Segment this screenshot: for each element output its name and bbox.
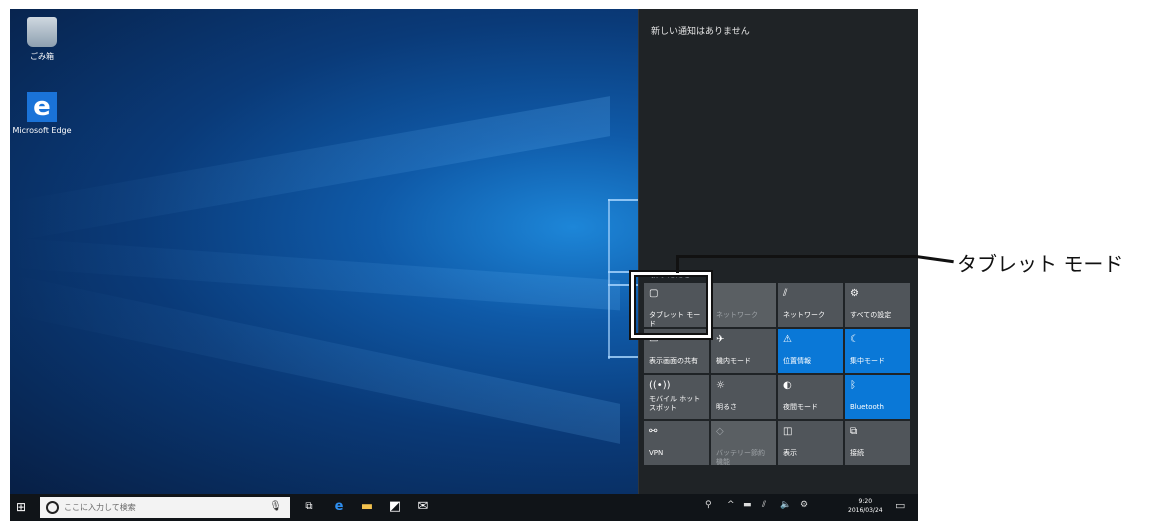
tile-mobile-hotspot[interactable]: ((•)) モバイル ホットスポット	[644, 375, 709, 419]
cortana-icon	[46, 501, 59, 514]
tile-airplane[interactable]: ✈ 機内モード	[711, 329, 776, 373]
notifications-empty-text: 新しい通知はありません	[651, 27, 750, 37]
tile-battery-saver[interactable]: ◇ バッテリー節約機能	[711, 421, 776, 466]
tile-quiet-hours[interactable]: ☾ 集中モード	[845, 329, 910, 373]
battery-saver-icon: ◇	[716, 426, 724, 437]
tile-settings[interactable]: ⚙ すべての設定	[845, 283, 910, 327]
network-icon	[716, 287, 771, 301]
clock-time: 9:20	[858, 498, 873, 505]
taskbar: ⊞ ここに入力して検索 🎙 ⧉ e ▬ ◩ ✉ ⚲ ^ ▬ ⫽ 🔈 ⚙ 9:20…	[10, 494, 918, 521]
night-light-icon: ◐	[783, 380, 792, 391]
network-icon: ⫽	[783, 288, 788, 299]
tile-label: VPN	[649, 449, 664, 457]
callout-line-horizontal	[676, 255, 916, 258]
connect-icon: ⧉	[850, 426, 858, 437]
airplane-icon: ✈	[716, 334, 725, 345]
tile-label: 明るさ	[716, 403, 737, 411]
quiet-hours-icon: ☾	[850, 334, 859, 345]
tile-label: Bluetooth	[850, 403, 884, 411]
tile-connect[interactable]: ⧉ 接続	[845, 421, 910, 465]
tile-label: モバイル ホットスポット	[649, 395, 701, 412]
tile-label: ネットワーク	[716, 311, 758, 319]
tile-label: ネットワーク	[783, 311, 825, 319]
microsoft-edge-shortcut[interactable]: e Microsoft Edge	[10, 92, 74, 135]
search-box[interactable]: ここに入力して検索 🎙	[40, 497, 290, 518]
bluetooth-icon: ᛒ	[850, 380, 856, 391]
clock[interactable]: 9:20 2016/03/24	[848, 497, 883, 515]
edge-taskbar-icon[interactable]: e	[330, 498, 348, 516]
tile-label: 接続	[850, 449, 864, 457]
tile-location[interactable]: ⚠ 位置情報	[778, 329, 843, 373]
store-icon[interactable]: ◩	[386, 498, 404, 516]
mail-icon[interactable]: ✉	[414, 498, 432, 516]
tile-display[interactable]: ◫ 表示	[778, 421, 843, 465]
start-button[interactable]: ⊞	[16, 501, 29, 514]
task-view-icon[interactable]: ⧉	[300, 498, 318, 516]
tile-network[interactable]: ネットワーク	[711, 283, 776, 327]
network-tray-icon[interactable]: ⫽	[762, 500, 766, 510]
tile-vpn[interactable]: ⚯ VPN	[644, 421, 709, 465]
action-center-icon[interactable]: ▭	[895, 499, 905, 512]
file-explorer-icon[interactable]: ▬	[358, 498, 376, 516]
vpn-icon: ⚯	[649, 426, 658, 437]
tile-label: 集中モード	[850, 357, 885, 365]
settings-icon: ⚙	[850, 288, 859, 299]
tile-night-light[interactable]: ◐ 夜間モード	[778, 375, 843, 419]
recycle-bin-label: ごみ箱	[30, 52, 54, 61]
tile-label: 夜間モード	[783, 403, 818, 411]
desktop-screen: ごみ箱 e Microsoft Edge 新しい通知はありません 折りたたむ ▢…	[10, 9, 918, 521]
display-icon: ◫	[783, 426, 793, 437]
microphone-icon[interactable]: 🎙	[269, 501, 282, 512]
callout-label: タブレット モード	[957, 252, 1124, 276]
callout-line-vertical	[676, 257, 679, 273]
tile-label: 表示	[783, 449, 797, 457]
tile-label: すべての設定	[850, 311, 892, 319]
tablet-mode-highlight	[631, 272, 711, 338]
people-icon[interactable]: ⚲	[705, 500, 712, 510]
tile-brightness[interactable]: ☼ 明るさ	[711, 375, 776, 419]
search-placeholder: ここに入力して検索	[64, 503, 136, 512]
tile-network[interactable]: ⫽ ネットワーク	[778, 283, 843, 327]
recycle-bin-icon	[27, 17, 57, 47]
tile-label: 位置情報	[783, 357, 811, 365]
location-icon: ⚠	[783, 334, 792, 345]
edge-label: Microsoft Edge	[12, 126, 72, 135]
action-center-panel: 新しい通知はありません 折りたたむ ▢ タブレット モード ネットワーク ⫽ ネットワー…	[638, 9, 918, 494]
show-hidden-icons[interactable]: ^	[727, 500, 735, 510]
battery-icon[interactable]: ▬	[743, 500, 752, 510]
edge-icon: e	[27, 92, 57, 122]
volume-icon[interactable]: 🔈	[780, 500, 791, 510]
clock-date: 2016/03/24	[848, 507, 883, 514]
tile-label: 表示画面の共有	[649, 357, 698, 365]
brightness-icon: ☼	[716, 380, 725, 391]
tile-bluetooth[interactable]: ᛒ Bluetooth	[845, 375, 910, 419]
callout-line-diagonal	[915, 255, 954, 264]
settings-tray-icon[interactable]: ⚙	[800, 500, 808, 510]
tile-label: バッテリー節約機能	[716, 449, 765, 466]
mobile-hotspot-icon: ((•))	[649, 380, 671, 391]
recycle-bin[interactable]: ごみ箱	[10, 17, 74, 62]
tile-label: 機内モード	[716, 357, 751, 365]
